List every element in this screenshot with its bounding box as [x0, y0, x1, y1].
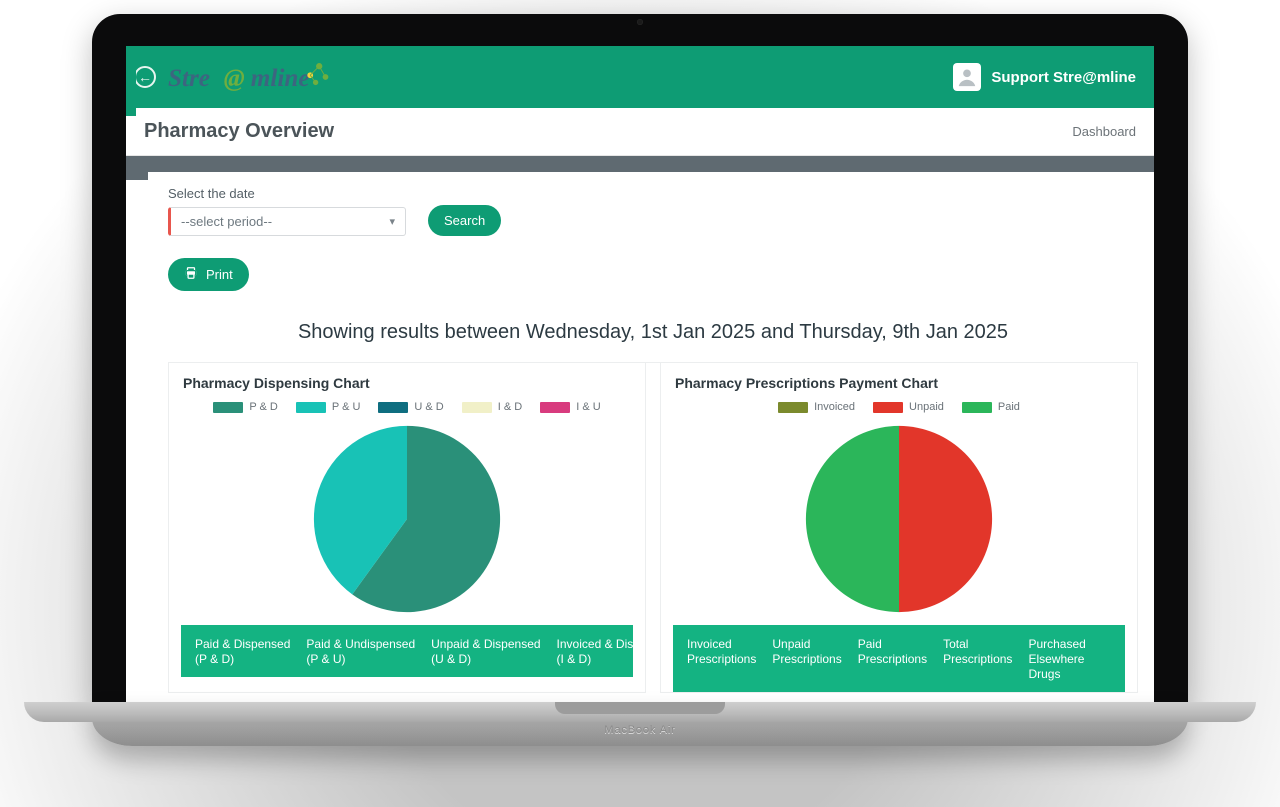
swatch-icon: [962, 402, 992, 413]
legend-item: U & D: [378, 401, 443, 413]
svg-text:Stre: Stre: [168, 65, 210, 92]
topbar: ← Stre @ mline: [126, 46, 1154, 108]
laptop-display: ← Stre @ mline: [92, 14, 1188, 702]
print-icon: [184, 266, 198, 283]
filter-row: Select the date --select period-- ▾ Sear…: [168, 186, 1138, 236]
period-select[interactable]: --select period-- ▾: [168, 207, 406, 236]
category-label: Unpaid & Dispensed(U & D): [431, 637, 540, 667]
dispensing-chart-card: Pharmacy Dispensing Chart P & D P & U U …: [168, 363, 646, 693]
dispensing-category-strip: Paid & Dispensed(P & D) Paid & Undispens…: [181, 625, 633, 677]
category-label: Paid & Dispensed(P & D): [195, 637, 290, 667]
period-select-value: --select period--: [181, 214, 272, 229]
swatch-icon: [462, 402, 492, 413]
payment-pie: [673, 421, 1125, 617]
swatch-icon: [378, 402, 408, 413]
subheader: Pharmacy Overview Dashboard: [126, 108, 1154, 156]
left-accent: [126, 46, 136, 116]
laptop-camera: [637, 19, 643, 25]
category-label: Paid Prescriptions: [858, 637, 927, 682]
legend-item: Paid: [962, 401, 1020, 413]
laptop-base: MacBook Air: [92, 702, 1188, 746]
laptop-hinge-notch: [555, 702, 725, 714]
category-label: Invoiced & Dispensed(I & D): [557, 637, 633, 667]
category-label: Total Prescriptions: [943, 637, 1012, 682]
chevron-down-icon: ▾: [389, 215, 395, 228]
svg-text:mline: mline: [251, 65, 310, 92]
search-button-label: Search: [444, 213, 485, 228]
legend-item: Unpaid: [873, 401, 944, 413]
dispensing-legend: P & D P & U U & D I & D I & U: [181, 401, 633, 413]
legend-item: I & U: [540, 401, 600, 413]
legend-item: P & D: [213, 401, 278, 413]
legend-item: P & U: [296, 401, 361, 413]
category-label: Invoiced Prescriptions: [687, 637, 756, 682]
payment-chart-title: Pharmacy Prescriptions Payment Chart: [675, 375, 1125, 391]
print-button-label: Print: [206, 267, 233, 282]
avatar: [953, 63, 981, 91]
results-summary: Showing results between Wednesday, 1st J…: [168, 321, 1138, 344]
search-button[interactable]: Search: [428, 205, 501, 236]
svg-text:@: @: [224, 65, 245, 92]
pie-chart-icon: [784, 421, 1014, 617]
back-button[interactable]: ←: [134, 66, 156, 88]
app-viewport: ← Stre @ mline: [126, 46, 1154, 702]
payment-chart-card: Pharmacy Prescriptions Payment Chart Inv…: [660, 363, 1138, 693]
swatch-icon: [540, 402, 570, 413]
payment-legend: Invoiced Unpaid Paid: [673, 401, 1125, 413]
legend-item: I & D: [462, 401, 522, 413]
brand-logo[interactable]: Stre @ mline: [168, 55, 348, 99]
brand-logo-icon: Stre @ mline: [168, 55, 348, 99]
dispensing-pie: [181, 421, 633, 617]
print-button[interactable]: Print: [168, 258, 249, 291]
date-filter: Select the date --select period-- ▾: [168, 186, 406, 236]
category-label: Paid & Undispensed(P & U): [306, 637, 415, 667]
swatch-icon: [213, 402, 243, 413]
laptop-mockup: ← Stre @ mline: [92, 14, 1188, 746]
pie-chart-icon: [292, 421, 522, 617]
swatch-icon: [778, 402, 808, 413]
main-content: Select the date --select period-- ▾ Sear…: [148, 172, 1154, 702]
swatch-icon: [873, 402, 903, 413]
breadcrumb[interactable]: Dashboard: [1072, 124, 1136, 139]
swatch-icon: [296, 402, 326, 413]
user-menu[interactable]: Support Stre@mline: [953, 63, 1136, 91]
charts-row: Pharmacy Dispensing Chart P & D P & U U …: [168, 362, 1138, 693]
user-icon: [956, 66, 978, 88]
legend-item: Invoiced: [778, 401, 855, 413]
category-label: Purchased Elsewhere Drugs: [1028, 637, 1085, 682]
date-filter-label: Select the date: [168, 186, 406, 201]
page-title: Pharmacy Overview: [144, 120, 334, 143]
laptop-brand-label: MacBook Air: [604, 724, 675, 736]
category-label: Unpaid Prescriptions: [772, 637, 841, 682]
payment-category-strip: Invoiced Prescriptions Unpaid Prescripti…: [673, 625, 1125, 692]
user-name: Support Stre@mline: [991, 69, 1136, 86]
arrow-left-icon: ←: [138, 69, 152, 85]
dispensing-chart-title: Pharmacy Dispensing Chart: [183, 375, 633, 391]
